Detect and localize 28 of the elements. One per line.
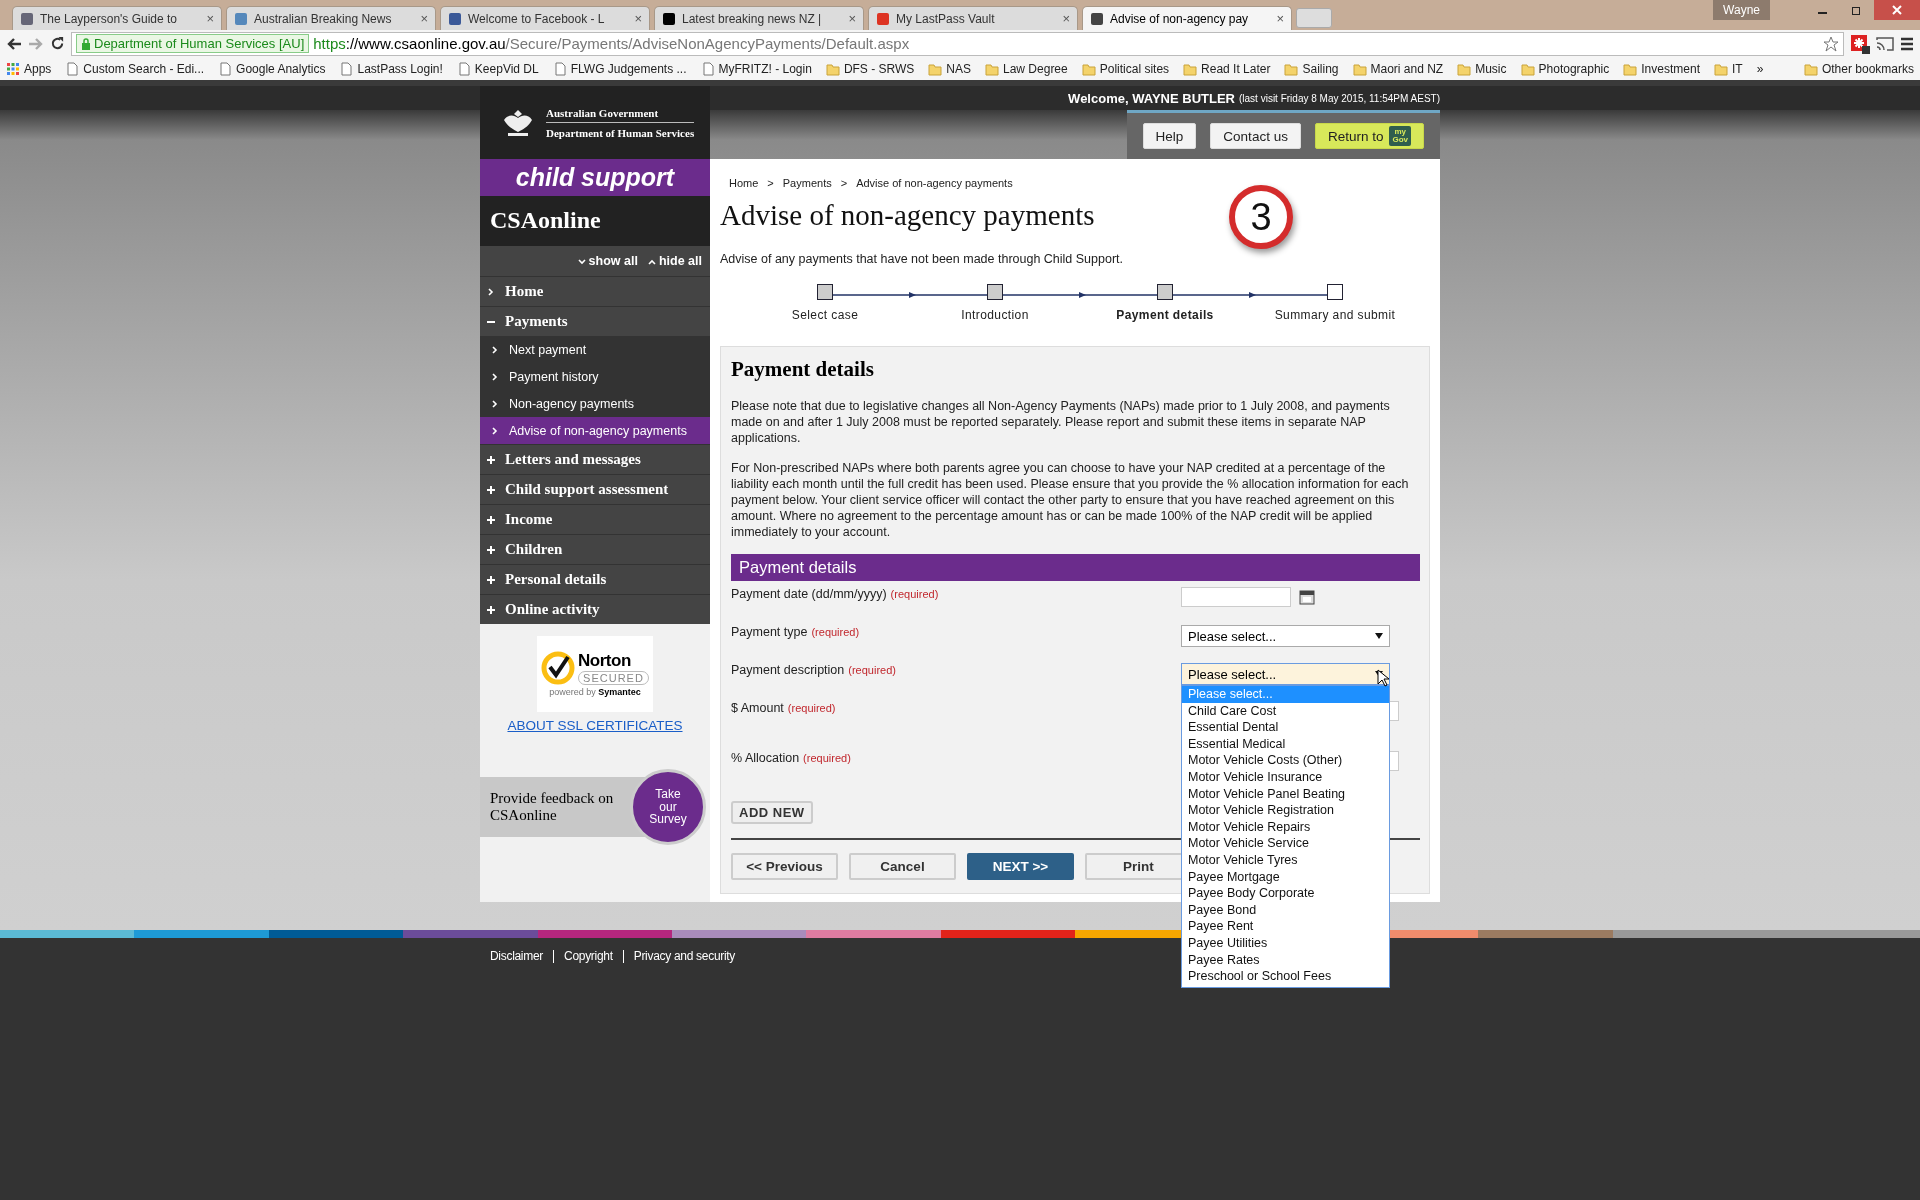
section-header: Payment details: [731, 554, 1420, 581]
page-title: Advise of non-agency payments: [720, 199, 1095, 232]
field-label: $ Amount (required): [731, 701, 837, 715]
panel-title: Payment details: [731, 357, 875, 382]
field-label: Payment description (required): [731, 663, 897, 677]
department-name: Department of Human Services: [546, 126, 695, 139]
mygov-badge: my Gov: [1389, 126, 1411, 146]
seal-vendor: powered by Symantec: [549, 687, 641, 697]
intro-text: Advise of any payments that have not been made through Child Support.: [720, 252, 1125, 266]
program-banner: child support: [480, 159, 710, 196]
field-label: Payment date (dd/mm/yyyy) (required): [731, 587, 940, 601]
field-label: Payment type (required): [731, 625, 861, 639]
site-name: CSAonline: [480, 196, 710, 246]
last-visit-text: (last visit Friday 8 May 2015, 11:54PM AEST): [1239, 92, 1440, 104]
step-label: Introduction: [961, 308, 1029, 322]
breadcrumb-separator: >: [840, 177, 848, 189]
url-text: https://www.csaonline.gov.au/Secure/Payments/AdviseNonAgencyPayments/Default.aspx: [313, 35, 910, 52]
info-paragraph: Please note that due to legislative changes all Non-Agency Payments (NAPs) made prior to 1 July 2008, and payments made on and after 1 July 2008 must be reported separately. Please report and submit these items in separate NAP applications.: [731, 398, 1391, 446]
field-label: % Allocation (required): [731, 751, 852, 765]
step-label: Select case: [791, 308, 859, 322]
welcome-text: Welcome, WAYNE BUTLER: [1068, 90, 1235, 106]
info-paragraph: For Non-prescribed NAPs where both parents agree you can choose to have your NAP credited at a percentage of the liability each month until the full credit has been used. Please ensure that you provide the % allocation information for each payment below. Your client service officer will contact the other party to ensure that you have reached agreement on this amount. Where no agreement to the percentage amount has or can be made 100% of the NAP credit will be applied immediately to your account.: [731, 460, 1410, 540]
step-number-badge: 3: [1229, 185, 1293, 249]
agency-name: Australian Government: [546, 106, 695, 123]
breadcrumb-separator: >: [767, 177, 774, 189]
step-label: Summary and submit: [1274, 308, 1396, 322]
seal-brand: Norton: [578, 651, 631, 671]
step-label: Payment details: [1116, 308, 1214, 322]
